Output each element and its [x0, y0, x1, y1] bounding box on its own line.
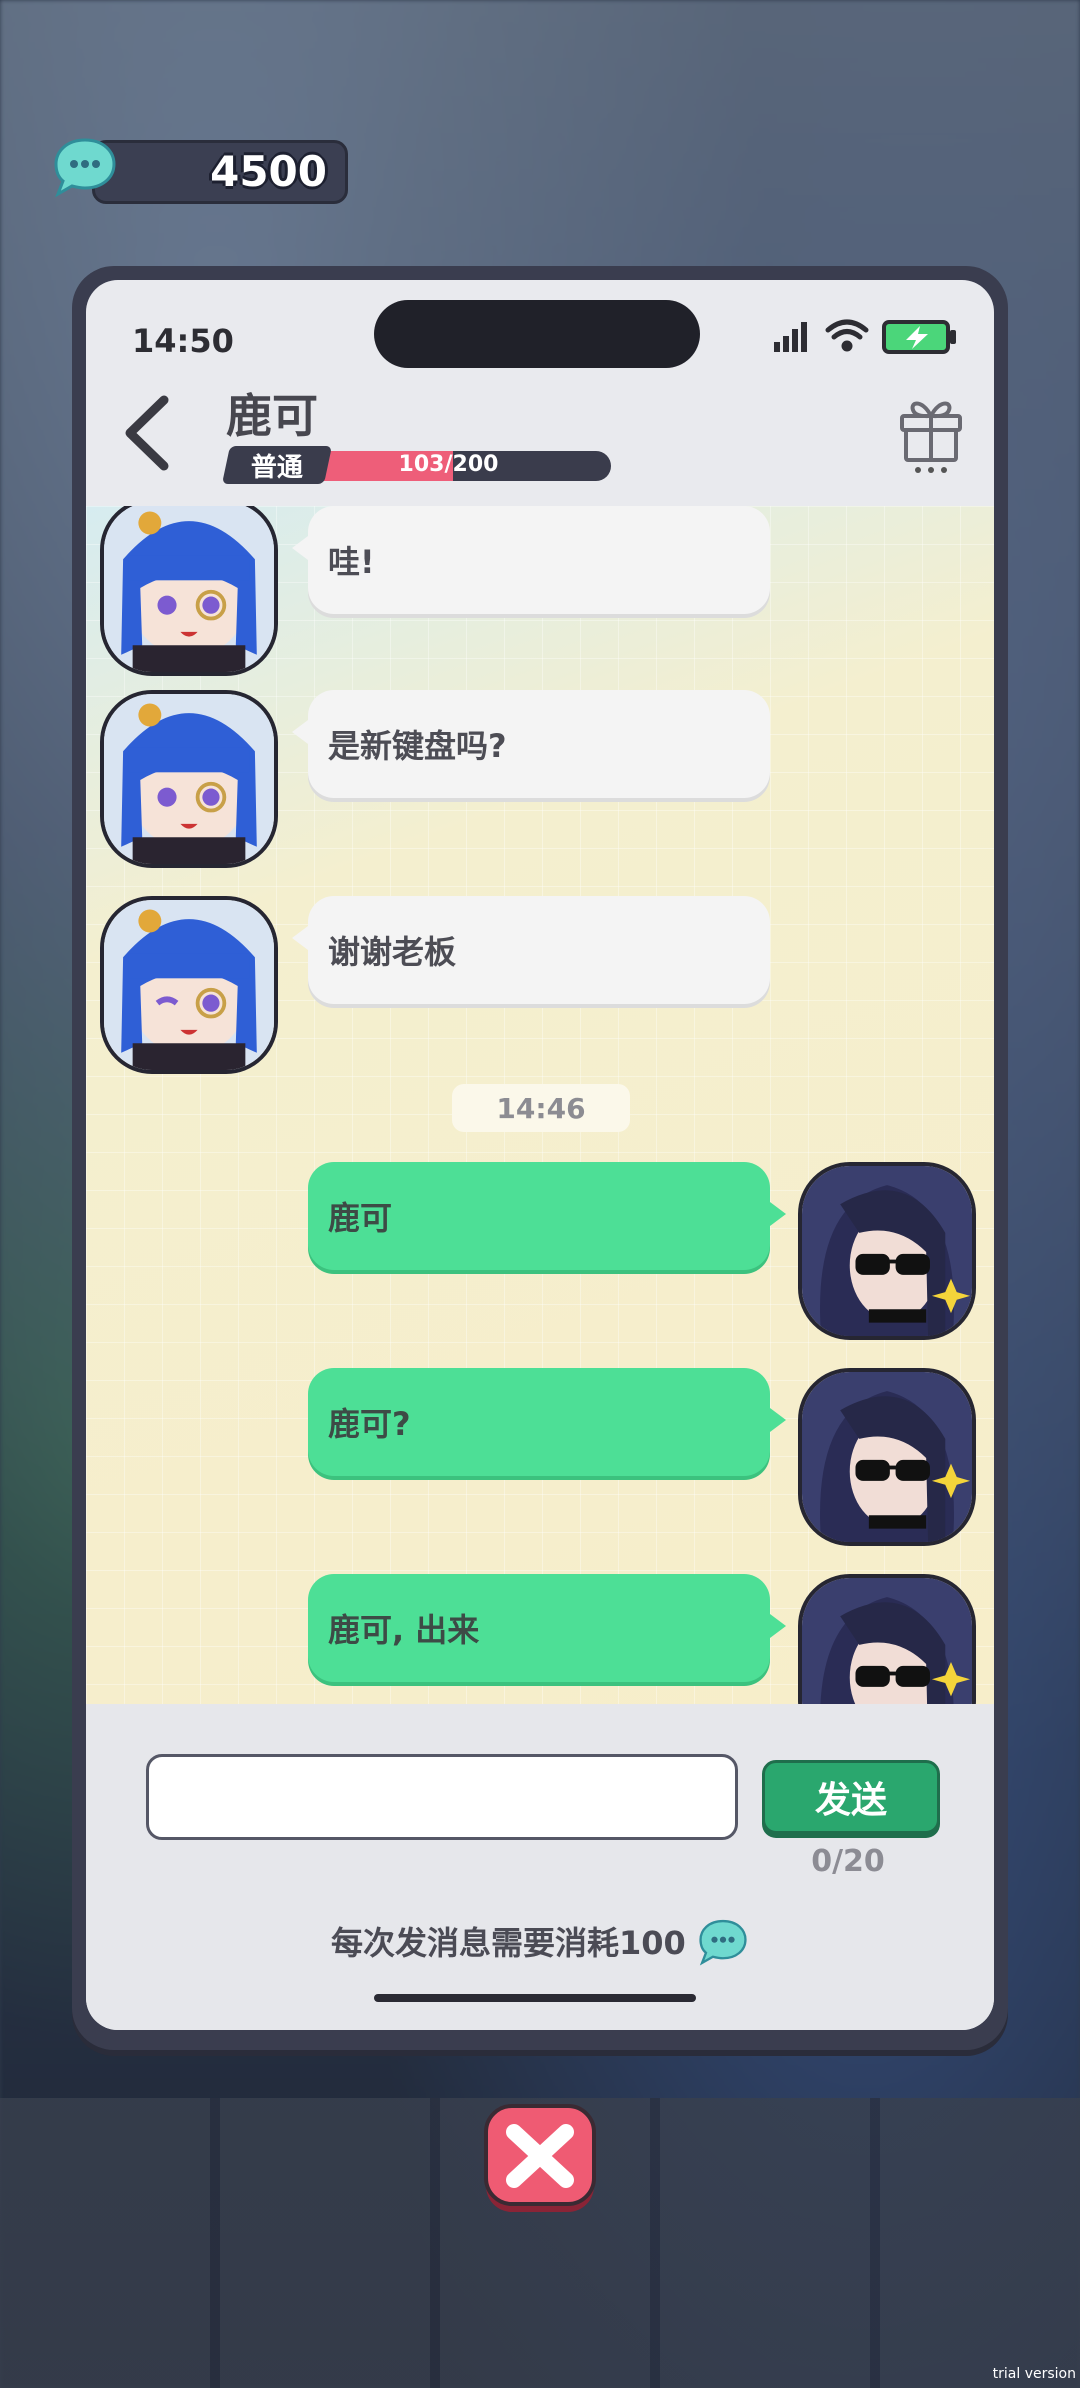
message-row: 谢谢老板 — [86, 896, 994, 1076]
signal-icon — [774, 322, 807, 352]
currency-display: 4500 — [52, 134, 348, 204]
player-avatar[interactable] — [798, 1574, 976, 1704]
contact-avatar[interactable] — [100, 506, 278, 676]
phone-frame: 14:50 鹿可 103/200 普通 哇! 是新键盘吗? 谢谢老板 14:46… — [72, 266, 1008, 2050]
message-input[interactable] — [146, 1754, 738, 1840]
send-button[interactable]: 发送 — [762, 1760, 940, 1834]
message-row: 鹿可 — [86, 1162, 994, 1342]
message-timestamp: 14:46 — [452, 1084, 630, 1132]
watermark: trial version — [992, 2366, 1076, 2382]
character-counter: 0/20 — [811, 1844, 885, 1879]
outgoing-message-bubble: 鹿可? — [308, 1368, 786, 1476]
outgoing-message-bubble: 鹿可, 出来 — [308, 1574, 786, 1682]
incoming-message-bubble: 谢谢老板 — [292, 896, 770, 1004]
dynamic-island — [374, 300, 700, 368]
phone-screen: 14:50 鹿可 103/200 普通 哇! 是新键盘吗? 谢谢老板 14:46… — [86, 280, 994, 2030]
battery-icon — [882, 320, 956, 354]
back-arrow-icon[interactable] — [116, 388, 176, 478]
message-cost-text: 每次发消息需要消耗100 — [331, 1924, 686, 1962]
message-row: 鹿可? — [86, 1368, 994, 1548]
contact-name: 鹿可 — [226, 389, 318, 443]
incoming-message-bubble: 哇! — [292, 506, 770, 614]
contact-avatar[interactable] — [100, 896, 278, 1074]
outgoing-message-bubble: 鹿可 — [308, 1162, 786, 1270]
status-time: 14:50 — [132, 322, 234, 360]
player-avatar[interactable] — [798, 1368, 976, 1546]
composer-panel: 发送 0/20 每次发消息需要消耗100 — [86, 1704, 994, 2030]
chat-history[interactable]: 哇! 是新键盘吗? 谢谢老板 14:46 鹿可 鹿可? 鹿可, 出来 — [86, 506, 994, 1704]
affinity-meter: 103/200 普通 — [221, 446, 616, 484]
affinity-text: 103/200 — [398, 452, 499, 477]
message-row: 哇! — [86, 506, 994, 676]
gift-icon[interactable] — [896, 390, 966, 474]
home-indicator[interactable] — [374, 1994, 696, 2002]
tier-badge: 普通 — [221, 446, 333, 484]
incoming-message-bubble: 是新键盘吗? — [292, 690, 770, 798]
message-row: 是新键盘吗? — [86, 690, 994, 870]
player-avatar[interactable] — [798, 1162, 976, 1340]
currency-bar: 4500 — [92, 140, 348, 204]
tier-label: 普通 — [250, 452, 303, 483]
wifi-icon — [825, 319, 869, 352]
chat-bubble-coin-icon — [54, 138, 116, 198]
message-cost-note: 每次发消息需要消耗100 — [86, 1918, 994, 1966]
currency-value: 4500 — [210, 147, 327, 196]
close-icon[interactable] — [482, 2102, 598, 2218]
chat-bubble-coin-icon — [699, 1919, 747, 1966]
affinity-track: 103/200 — [286, 451, 611, 481]
contact-avatar[interactable] — [100, 690, 278, 868]
message-row: 鹿可, 出来 — [86, 1574, 994, 1704]
status-icons — [774, 319, 956, 354]
